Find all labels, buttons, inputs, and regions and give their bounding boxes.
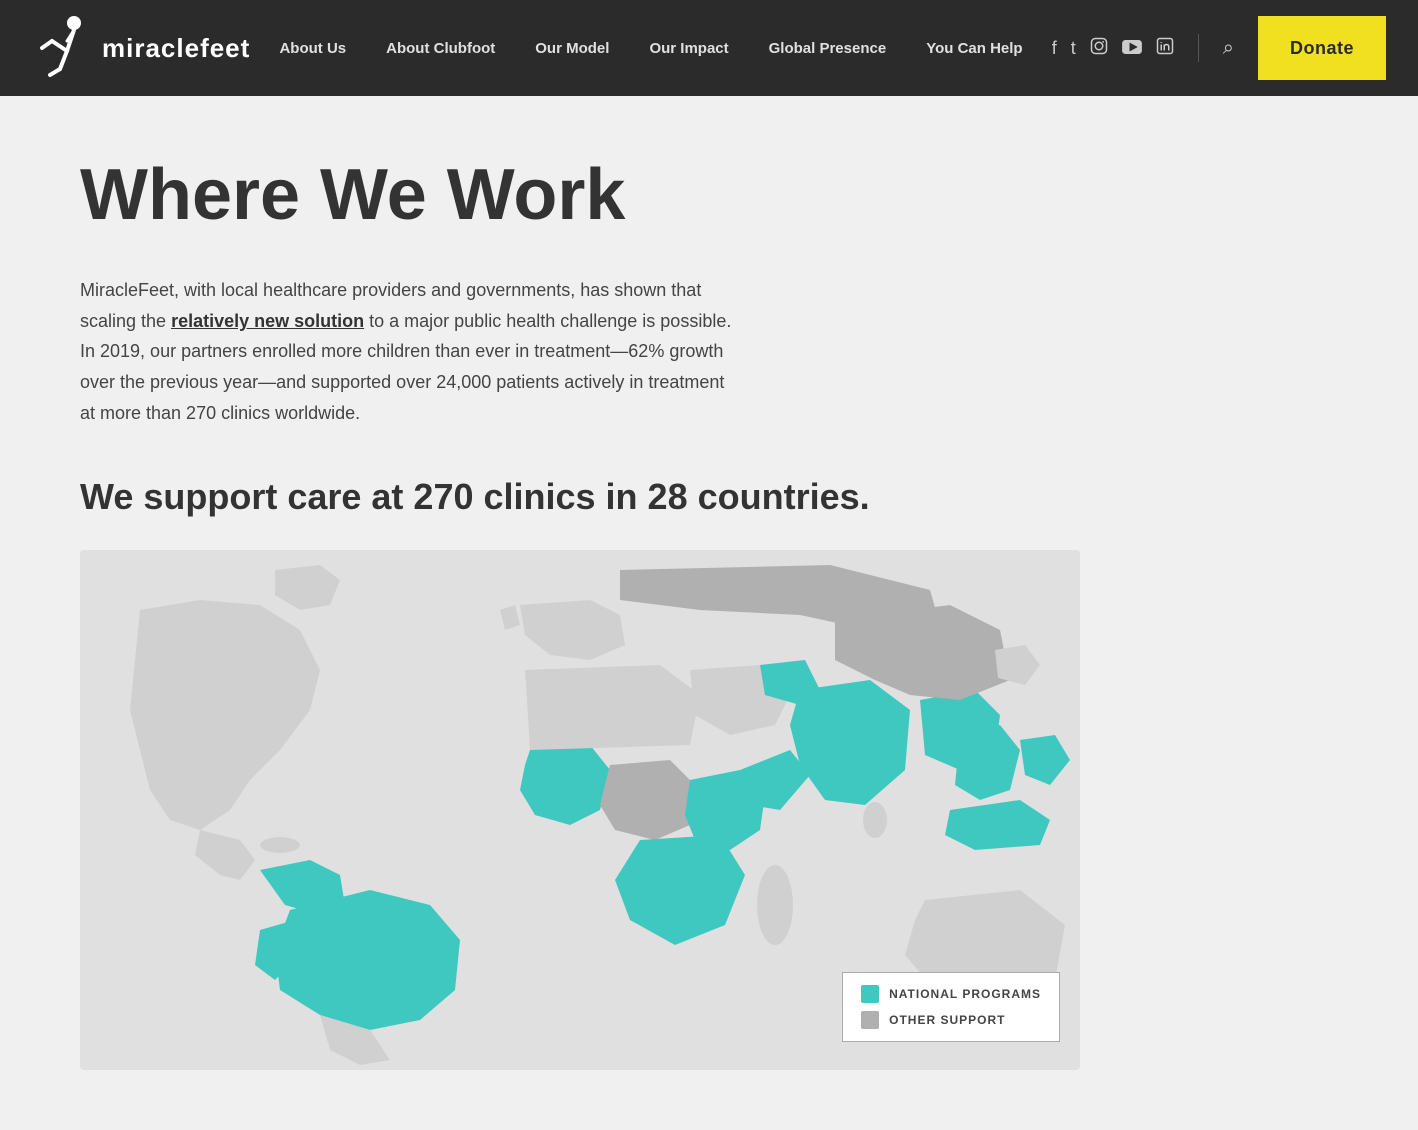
main-nav: About Us About Clubfoot Our Model Our Im… [259,0,1042,96]
facebook-icon[interactable]: f [1052,38,1057,59]
nav-our-model[interactable]: Our Model [515,0,629,96]
world-map-container: NATIONAL PROGRAMS OTHER SUPPORT [80,550,1080,1070]
header-divider [1198,34,1199,62]
clinics-heading: We support care at 270 clinics in 28 cou… [80,476,980,518]
legend-other-support: OTHER SUPPORT [861,1011,1041,1029]
donate-button[interactable]: Donate [1258,16,1386,80]
nav-you-can-help[interactable]: You Can Help [906,0,1042,96]
intro-description: MiracleFeet, with local healthcare provi… [80,275,740,428]
logo-icon [32,13,92,83]
social-icons: f t [1052,37,1174,60]
search-icon[interactable]: ⌕ [1223,37,1234,60]
logo-text: miraclefeet [102,33,250,64]
site-header: miraclefeet About Us About Clubfoot Our … [0,0,1418,96]
legend-national-programs: NATIONAL PROGRAMS [861,985,1041,1003]
nav-about-us[interactable]: About Us [259,0,366,96]
page-title: Where We Work [80,156,1338,235]
nav-about-clubfoot[interactable]: About Clubfoot [366,0,515,96]
legend-other-label: OTHER SUPPORT [889,1013,1005,1027]
nav-global-presence[interactable]: Global Presence [749,0,907,96]
twitter-icon[interactable]: t [1071,38,1076,59]
main-content: Where We Work MiracleFeet, with local he… [0,96,1418,1130]
solution-link[interactable]: relatively new solution [171,311,364,331]
logo-link[interactable]: miraclefeet [32,13,250,83]
linkedin-icon[interactable] [1156,37,1174,60]
other-support-swatch [861,1011,879,1029]
instagram-icon[interactable] [1090,37,1108,60]
header-right: f t ⌕ Donate [1052,16,1386,80]
map-legend: NATIONAL PROGRAMS OTHER SUPPORT [842,972,1060,1042]
youtube-icon[interactable] [1122,38,1142,59]
legend-national-label: NATIONAL PROGRAMS [889,987,1041,1001]
national-programs-swatch [861,985,879,1003]
nav-our-impact[interactable]: Our Impact [629,0,748,96]
